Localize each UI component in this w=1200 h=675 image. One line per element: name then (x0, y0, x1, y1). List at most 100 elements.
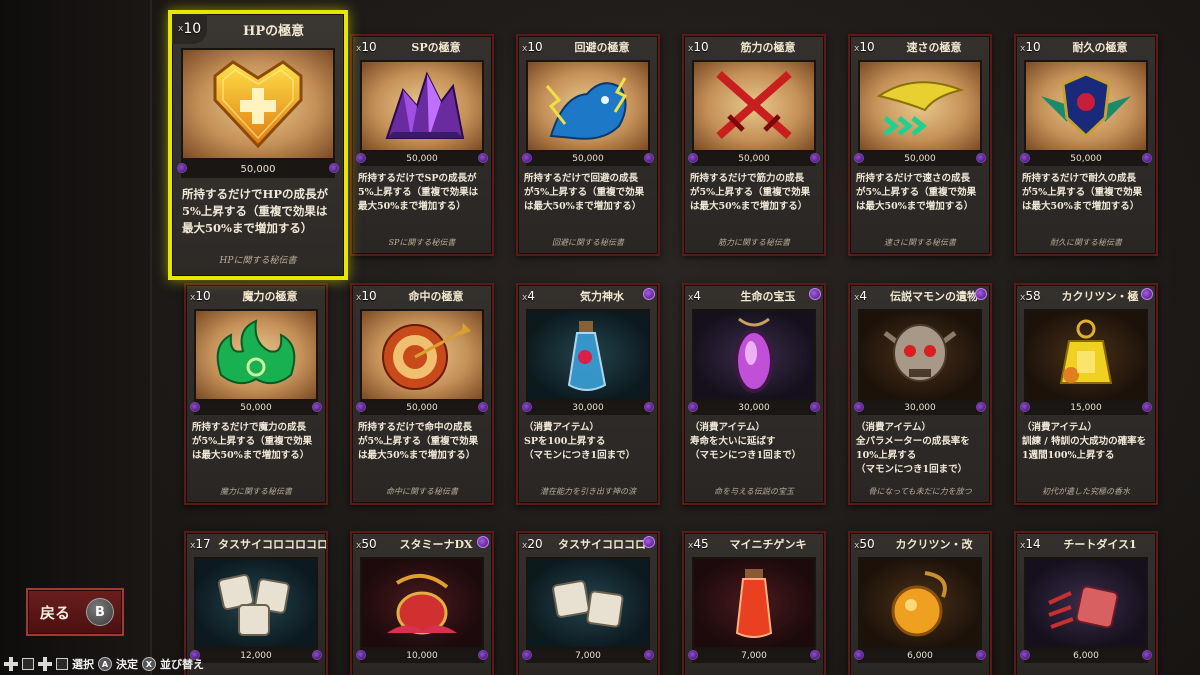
item-card-sp[interactable]: x10 SPの極意 50,000 所持するだけでSPの成長が 5%上昇する（重複で… (350, 34, 494, 256)
item-art (692, 60, 816, 152)
new-gem-icon (643, 288, 655, 300)
a-button-icon: A (98, 657, 112, 671)
gem-pendant-icon (734, 317, 774, 393)
item-card-mainichi-genki[interactable]: x45 マイニチゲンキ 7,000 (682, 531, 826, 675)
item-description: 所持するだけでHPの成長が 5%上昇する（重複で効果は 最大50%まで増加する） (182, 187, 329, 235)
item-price: 7,000 (688, 649, 820, 663)
item-price: 7,000 (522, 649, 654, 663)
item-title: 魔力の極意 (242, 290, 298, 303)
new-gem-icon (809, 288, 821, 300)
item-card-kiryoku[interactable]: x4 気力神水 30,000 （消費アイテム） SPを100上昇する （マモンにつ… (516, 283, 660, 505)
item-count: x50 (854, 537, 875, 551)
dpad-icon (38, 657, 52, 671)
item-description: 所持するだけで回避の成長 が5%上昇する（重複で効果 は最大50%まで増加する） (524, 173, 645, 212)
item-price: 6,000 (854, 649, 986, 663)
item-art (692, 557, 816, 649)
item-price: 6,000 (1020, 649, 1152, 663)
item-art (360, 309, 484, 401)
item-count: x4 (854, 289, 867, 303)
item-art (526, 557, 650, 649)
item-card-life-gem[interactable]: x4 生命の宝玉 30,000 （消費アイテム） 寿命を大いに延ばす （マモンにつ… (682, 283, 826, 505)
item-description: 所持するだけで魔力の成長 が5%上昇する（重複で効果 は最大50%まで増加する） (192, 422, 313, 461)
new-gem-icon (1141, 288, 1153, 300)
b-button-icon: B (86, 598, 115, 626)
item-title: 耐久の極意 (1072, 41, 1128, 54)
item-card-evasion[interactable]: x10 回避の極意 50,000 所持するだけで回避の成長 が5%上昇する（重複で… (516, 34, 660, 256)
amber-flask-icon (891, 571, 947, 637)
item-card-cheat-dice[interactable]: x14 チートダイス1 6,000 (1014, 531, 1158, 675)
item-description: 所持するだけでSPの成長が 5%上昇する（重複で効果は 最大50%まで増加する） (358, 173, 479, 212)
item-caption: 筋力に関する秘伝書 (718, 238, 790, 247)
item-price: 50,000 (356, 152, 488, 166)
item-art (526, 309, 650, 401)
item-card-endurance[interactable]: x10 耐久の極意 50,000 所持するだけで耐久の成長 が5%上昇する（重複で… (1014, 34, 1158, 256)
item-count: x10 (688, 40, 709, 54)
hint-confirm-label: 決定 (116, 658, 138, 671)
item-title: 命中の極意 (408, 290, 464, 303)
skull-relic-icon (883, 324, 957, 382)
item-card-relic[interactable]: x4 伝説マモンの遺物 30,000 （消費アイテム） 全パラメーターの成長率を … (848, 283, 992, 505)
item-count: x10 (1020, 40, 1041, 54)
item-art (194, 557, 318, 649)
item-count: x10 (172, 14, 208, 44)
item-art (1024, 60, 1148, 152)
item-count: x50 (356, 537, 377, 551)
item-count: x14 (1020, 537, 1041, 551)
item-count: x10 (854, 40, 875, 54)
item-price: 30,000 (522, 401, 654, 415)
item-caption: 魔力に関する秘伝書 (220, 487, 292, 496)
item-art (858, 60, 982, 152)
item-card-hp[interactable]: x 10 HPの極意 50,000 所持するだけでHPの成長が 5%上昇する（重複で… (168, 10, 348, 280)
item-card-tasusai-3[interactable]: x20 タスサイコロコロ 7,000 (516, 531, 660, 675)
left-panel (0, 0, 150, 675)
item-title: 伝説マモンの遺物 (890, 290, 978, 303)
item-price: 50,000 (356, 401, 488, 415)
green-flame-icon (216, 319, 296, 385)
item-caption: 命を与える伝説の宝玉 (714, 487, 794, 496)
right-stick-icon (56, 658, 68, 670)
item-art (692, 309, 816, 401)
item-price: 30,000 (854, 401, 986, 415)
item-art (858, 309, 982, 401)
item-art (1024, 309, 1148, 401)
item-card-kakuritsun-kai[interactable]: x50 カクリツン・改 6,000 (848, 531, 992, 675)
item-art (1024, 557, 1148, 649)
item-count: x58 (1020, 289, 1041, 303)
item-description: 所持するだけで命中の成長 が5%上昇する（重複で効果 は最大50%まで増加する） (358, 422, 479, 461)
item-card-strength[interactable]: x10 筋力の極意 50,000 所持するだけで筋力の成長 が5%上昇する（重複で… (682, 34, 826, 256)
item-card-magic[interactable]: x10 魔力の極意 50,000 所持するだけで魔力の成長 が5%上昇する（重複で… (184, 283, 328, 505)
item-price: 10,000 (356, 649, 488, 663)
item-price: 50,000 (177, 160, 339, 178)
item-art (360, 60, 484, 152)
item-art (858, 557, 982, 649)
item-price: 50,000 (522, 152, 654, 166)
item-count: x10 (356, 40, 377, 54)
item-card-accuracy[interactable]: x10 命中の極意 50,000 所持するだけで命中の成長 が5%上昇する（重複で… (350, 283, 494, 505)
item-grid: x 10 HPの極意 50,000 所持するだけでHPの成長が 5%上昇する（重複で… (152, 0, 1200, 675)
item-art (181, 48, 335, 160)
item-title: スタミーナDX (399, 538, 473, 551)
dice-two-icon (552, 580, 624, 628)
item-card-kakuritsun-kyoku[interactable]: x58 カクリツン・極 15,000 （消費アイテム） 訓練 / 特訓の大成功の確… (1014, 283, 1158, 505)
item-description: 所持するだけで速さの成長 が5%上昇する（重複で効果 は最大50%まで増加する） (856, 173, 977, 212)
item-count: x10 (522, 40, 543, 54)
item-caption: 回避に関する秘伝書 (552, 238, 624, 247)
claw-dice-icon (1048, 585, 1119, 629)
red-vial-icon (735, 569, 773, 638)
item-title: タスサイコロコロコロ (218, 538, 326, 551)
new-gem-icon (643, 536, 655, 548)
item-count: x10 (356, 289, 377, 303)
dice-three-icon (217, 573, 290, 636)
item-caption: 命中に関する秘伝書 (386, 487, 458, 496)
item-card-speed[interactable]: x10 速さの極意 50,000 所持するだけで速さの成長 が5%上昇する（重複で… (848, 34, 992, 256)
item-count: x17 (190, 537, 211, 551)
item-count: x4 (688, 289, 701, 303)
item-title: カクリツン・改 (895, 538, 973, 551)
item-art (526, 60, 650, 152)
item-art (194, 309, 318, 401)
item-caption: 骨になっても未だに力を放つ (868, 487, 972, 496)
item-price: 50,000 (854, 152, 986, 166)
item-card-stamina-dx[interactable]: x50 スタミーナDX 10,000 (350, 531, 494, 675)
back-button[interactable]: 戻る B (26, 588, 124, 636)
item-caption: 耐久に関する秘伝書 (1050, 238, 1122, 247)
